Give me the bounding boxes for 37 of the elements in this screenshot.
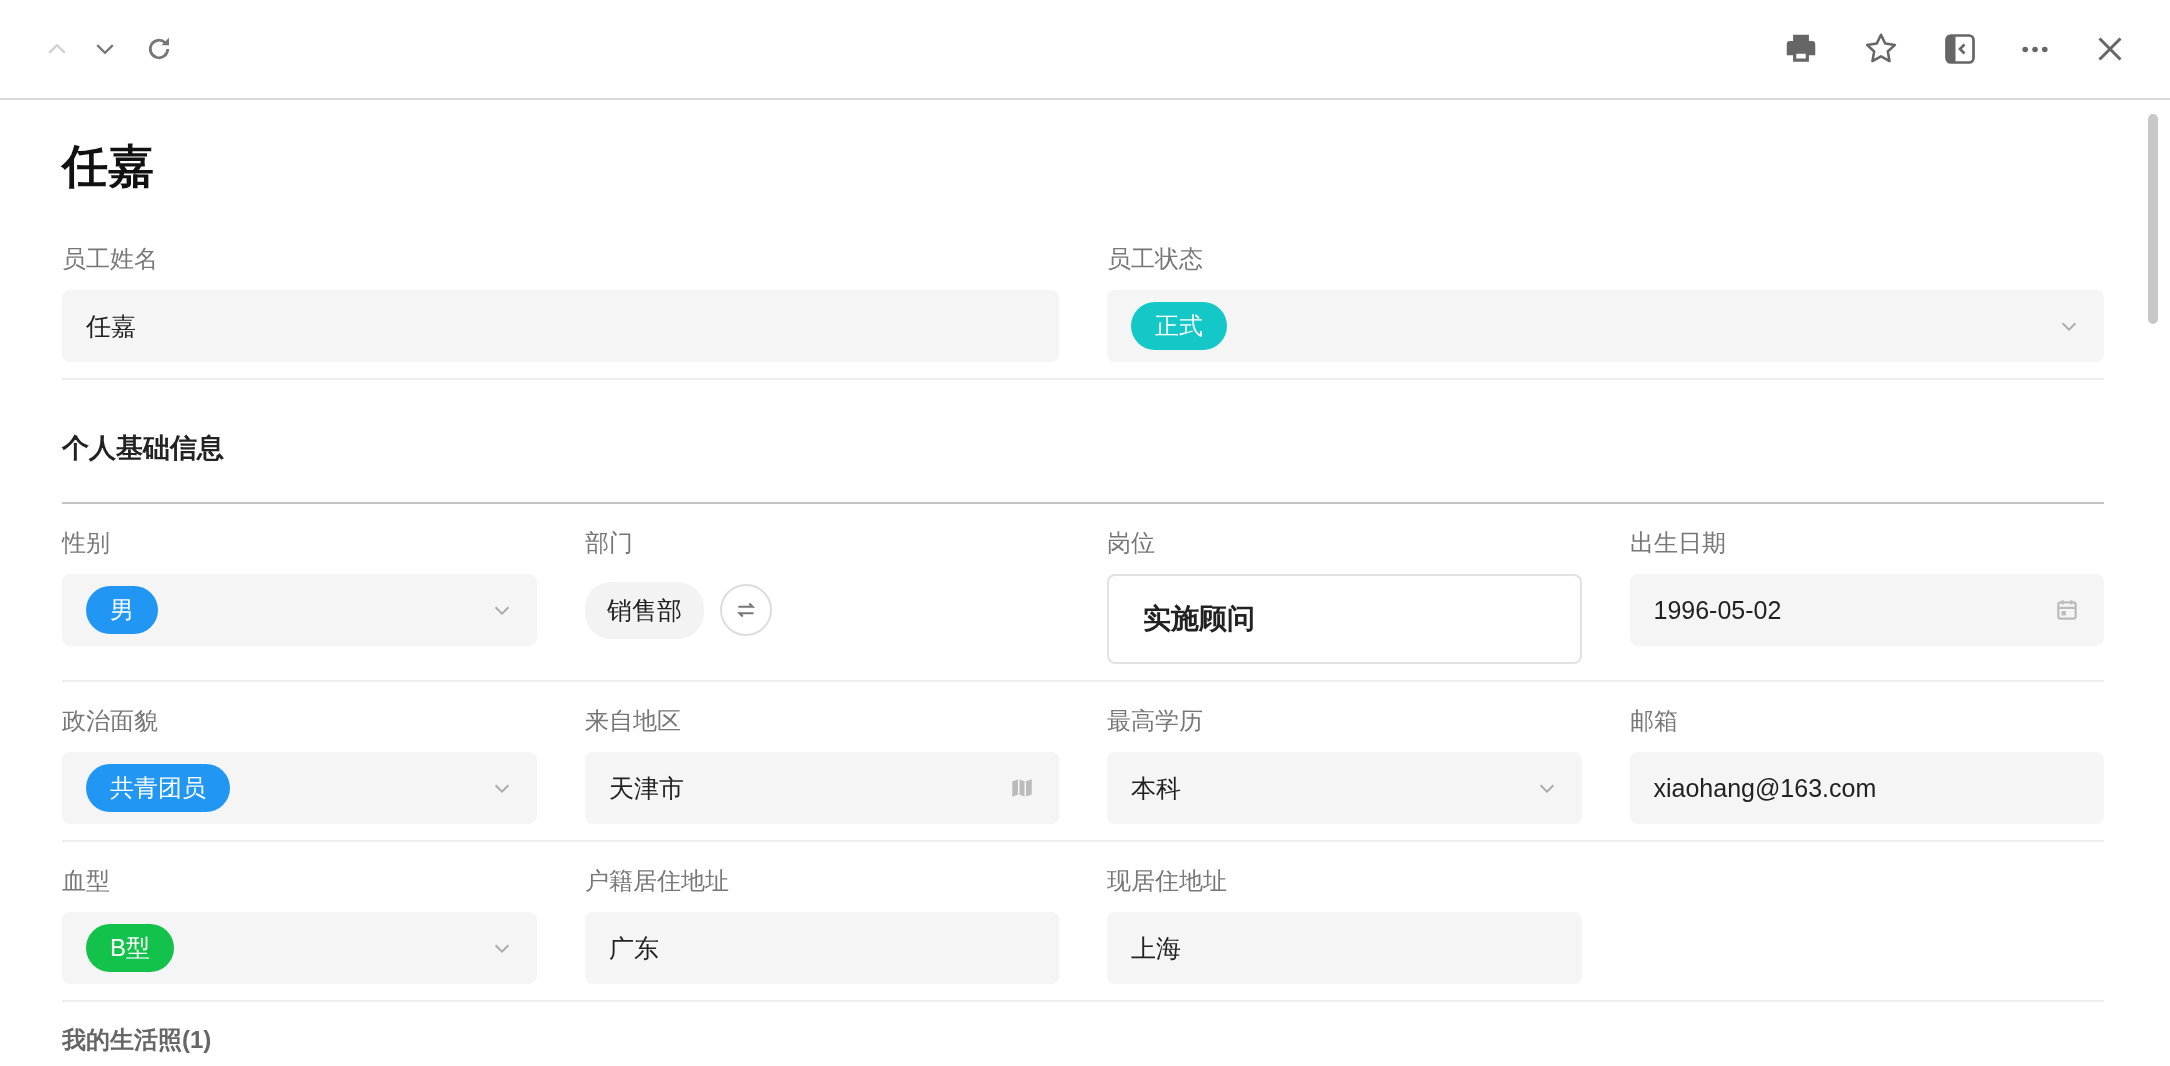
location-field[interactable]: 天津市 [584, 752, 1059, 824]
sidebar-icon [1942, 31, 1978, 67]
department-chip[interactable]: 销售部 [584, 581, 704, 639]
more-icon [2020, 45, 2050, 53]
field-label: 来自地区 [584, 706, 682, 736]
select-field[interactable]: 本科 [1107, 752, 1582, 824]
text-field[interactable]: 实施顾问 [1107, 574, 1582, 664]
field-label: 现居住地址 [1107, 866, 1228, 896]
field-label: 血型 [62, 866, 111, 896]
option-tag: 共青团员 [86, 764, 230, 812]
field-label: 性别 [62, 528, 111, 558]
section-label: 我的生活照(1) [62, 1025, 213, 1055]
calendar-icon [2054, 597, 2080, 623]
text-field[interactable]: 上海 [1107, 912, 1582, 984]
scrollbar-thumb[interactable] [2148, 114, 2158, 324]
status-tag: 正式 [1131, 302, 1227, 350]
section-title: 个人基础信息 [62, 380, 2104, 504]
text-field[interactable]: 任嘉 [62, 290, 1059, 362]
text-field[interactable]: 广东 [584, 912, 1059, 984]
chevron-up-icon [48, 44, 66, 54]
date-field[interactable]: 1996-05-02 [1629, 574, 2104, 646]
field-label: 出生日期 [1629, 528, 1727, 558]
field-label: 员工状态 [1107, 244, 1204, 274]
next-button[interactable] [94, 42, 116, 56]
field-label: 最高学历 [1107, 706, 1204, 736]
switch-button[interactable] [719, 584, 772, 636]
field-label: 部门 [584, 528, 634, 558]
option-tag: B型 [86, 924, 174, 972]
record-title: 任嘉 [62, 139, 155, 194]
field-label: 邮箱 [1629, 706, 1679, 736]
text-field[interactable]: xiaohang@163.com [1629, 752, 2104, 824]
field-label: 户籍居住地址 [584, 866, 730, 896]
option-tag: 男 [86, 586, 158, 634]
field-label: 员工姓名 [62, 244, 159, 274]
chevron-down-icon [96, 44, 114, 54]
field-label: 政治面貌 [62, 706, 159, 736]
field-label: 岗位 [1107, 528, 1156, 558]
